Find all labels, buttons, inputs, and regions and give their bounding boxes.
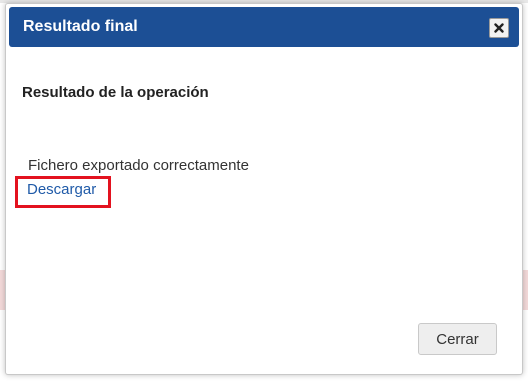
export-success-message: Fichero exportado correctamente xyxy=(28,157,249,174)
dialog-title: Resultado final xyxy=(23,18,138,35)
result-dialog: Resultado final Resultado de la operació… xyxy=(5,3,523,375)
dialog-titlebar: Resultado final xyxy=(9,7,519,47)
dialog-close-button[interactable] xyxy=(489,18,509,38)
close-button[interactable]: Cerrar xyxy=(418,323,497,355)
operation-result-heading: Resultado de la operación xyxy=(22,84,209,101)
download-link[interactable]: Descargar xyxy=(27,181,96,198)
close-icon xyxy=(494,23,504,33)
